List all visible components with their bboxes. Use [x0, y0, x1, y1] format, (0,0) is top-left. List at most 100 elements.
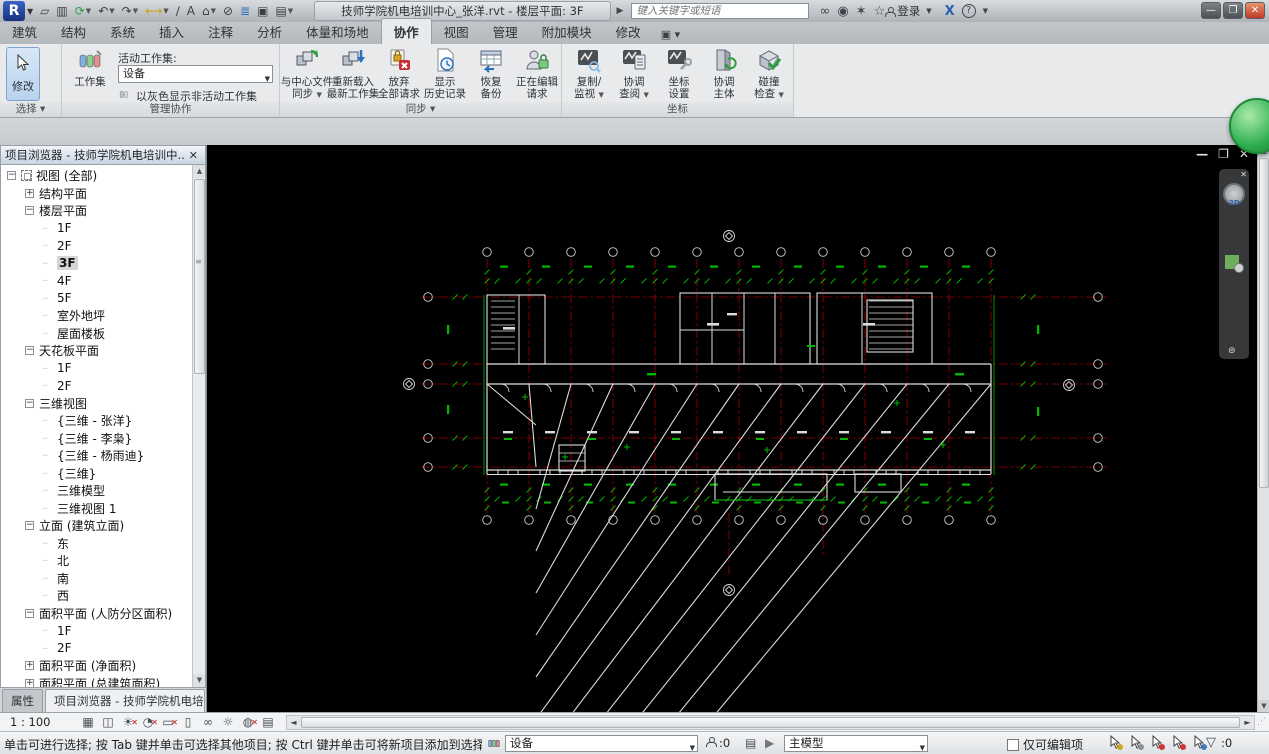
crop-view-icon[interactable]: ▭ ✕: [160, 714, 178, 730]
collapse-icon[interactable]: −: [25, 398, 34, 408]
sync-with-central-button[interactable]: 与中心文件 同步 ▼: [281, 47, 333, 101]
scroll-left-icon[interactable]: ◄: [287, 716, 300, 729]
sun-path-icon[interactable]: ☀ ✕: [120, 714, 138, 730]
tree-item-西[interactable]: ┄ 西: [1, 587, 192, 605]
tree-item-室外地坪[interactable]: ┄ 室外地坪: [1, 307, 192, 325]
view-scale-button[interactable]: 1 : 100: [10, 715, 72, 729]
title-expand-icon[interactable]: ▶: [617, 6, 624, 16]
worksharing-display-settings-icon[interactable]: ▤: [744, 735, 760, 751]
select-by-face-icon[interactable]: [1171, 734, 1187, 751]
scroll-right-icon[interactable]: ►: [1241, 716, 1254, 729]
navbar-options-icon[interactable]: ⊜: [1228, 346, 1236, 356]
tree-item-面积平面-人防分区面积-[interactable]: − 面积平面 (人防分区面积): [1, 605, 192, 623]
browser-tab-properties[interactable]: 属性: [2, 689, 43, 712]
tab-视图[interactable]: 视图: [432, 19, 481, 44]
shadows-icon[interactable]: ◔ ✕: [140, 714, 158, 730]
panel-display-toggle-icon[interactable]: ▣ ▾: [661, 28, 680, 44]
minimize-button[interactable]: —: [1201, 2, 1221, 19]
view-restore-icon[interactable]: ❐: [1218, 147, 1229, 161]
restore-button[interactable]: ❐: [1223, 2, 1243, 19]
browser-tab-project-browser[interactable]: 项目浏览器 - 技师学院机电培训...: [45, 689, 205, 712]
tree-item-2F[interactable]: ┄ 2F: [1, 640, 192, 658]
tree-item-北[interactable]: ┄ 北: [1, 552, 192, 570]
exchange-apps-icon[interactable]: X: [945, 4, 955, 19]
search-icon[interactable]: ∞: [819, 4, 830, 19]
undo-icon[interactable]: ↶ ▼: [95, 2, 117, 20]
subscription-icon[interactable]: ◉: [837, 4, 848, 19]
synchronize-panel-label[interactable]: 同步 ▾: [280, 102, 561, 117]
navbar-close-icon[interactable]: ✕: [1240, 170, 1247, 179]
tree-item-三维视图-1[interactable]: ┄ 三维视图 1: [1, 500, 192, 518]
tab-管理[interactable]: 管理: [481, 19, 530, 44]
reveal-hidden-elements-icon[interactable]: ☼: [220, 714, 236, 730]
tree-item-面积平面-总建筑面积-[interactable]: + 面积平面 (总建筑面积): [1, 675, 192, 687]
text-icon[interactable]: A: [184, 2, 198, 20]
interference-check-button-arrow-icon[interactable]: ▼: [778, 91, 783, 99]
tree-scroll-thumb[interactable]: [194, 179, 205, 374]
visual-style-icon[interactable]: ◫: [100, 714, 116, 730]
tree-item--三维-李枭-[interactable]: ┄ {三维 - 李枭}: [1, 430, 192, 448]
editing-requests-icon[interactable]: [706, 737, 717, 747]
worksets-button[interactable]: 工作集: [67, 47, 113, 101]
tree-item-3F[interactable]: ┄ 3F: [1, 255, 192, 273]
tab-附加模块[interactable]: 附加模块: [530, 19, 604, 44]
coordination-review-button-arrow-icon[interactable]: ▼: [643, 91, 648, 99]
tab-体量和场地[interactable]: 体量和场地: [294, 19, 381, 44]
collapse-icon[interactable]: −: [25, 608, 34, 618]
copy-monitor-button-arrow-icon[interactable]: ▼: [598, 91, 603, 99]
relinquish-all-button[interactable]: 放弃 全部请求: [376, 47, 422, 101]
tree-item-三维视图[interactable]: − 三维视图: [1, 395, 192, 413]
default-3d-view-icon[interactable]: ⌂ ▼: [199, 2, 219, 20]
tree-item-1F[interactable]: ┄ 1F: [1, 622, 192, 640]
tree-scroll-down-icon[interactable]: ▼: [193, 674, 205, 687]
steering-wheel-icon[interactable]: [1223, 183, 1245, 207]
collapse-icon[interactable]: −: [25, 346, 34, 356]
sign-in-button[interactable]: 登录 ▼: [885, 2, 934, 20]
active-workset-status-select[interactable]: 设备 ▼: [505, 735, 698, 752]
tab-修改[interactable]: 修改: [604, 19, 653, 44]
aligned-dimension-icon[interactable]: ∕: [173, 2, 183, 20]
sync-with-central-icon[interactable]: ⟳ ▼: [72, 2, 94, 20]
project-browser-titlebar[interactable]: 项目浏览器 - 技师学院机电培训中... ✕: [0, 145, 206, 165]
tree-item-南[interactable]: ┄ 南: [1, 570, 192, 588]
help-arrow-icon[interactable]: ▼: [983, 7, 988, 15]
tree-item-楼层平面[interactable]: − 楼层平面: [1, 202, 192, 220]
vscroll-thumb[interactable]: [1259, 158, 1269, 488]
drawing-area[interactable]: — ❐ ✕ ✕ ⊜: [207, 145, 1257, 712]
editing-requests-button[interactable]: 正在编辑 请求: [514, 47, 560, 101]
select-links-icon[interactable]: [1108, 734, 1124, 751]
view-minimize-icon[interactable]: —: [1196, 147, 1208, 161]
temporary-view-properties-icon[interactable]: ▤: [260, 714, 276, 730]
expand-icon[interactable]: +: [25, 678, 34, 687]
open-icon[interactable]: ▱: [37, 2, 52, 20]
detail-level-icon[interactable]: ▦: [80, 714, 96, 730]
collapse-icon[interactable]: −: [7, 171, 16, 181]
save-icon[interactable]: ▥: [53, 2, 70, 20]
copy-monitor-button[interactable]: 复制/监视 ▼: [566, 47, 612, 101]
zoom-tool-icon[interactable]: [1225, 255, 1244, 273]
select-pinned-icon[interactable]: [1150, 734, 1166, 751]
tab-系统[interactable]: 系统: [98, 19, 147, 44]
worksharing-display-icon[interactable]: ◍ ✕: [240, 714, 258, 730]
tree-item-面积平面-净面积-[interactable]: + 面积平面 (净面积): [1, 657, 192, 675]
show-crop-region-icon[interactable]: ▯: [180, 714, 196, 730]
tree-item--三维-杨雨迪-[interactable]: ┄ {三维 - 杨雨迪}: [1, 447, 192, 465]
tree-item-立面-建筑立面-[interactable]: − 立面 (建筑立面): [1, 517, 192, 535]
active-workset-select[interactable]: 设备 ▼: [118, 65, 273, 83]
tree-item--三维-张洋-[interactable]: ┄ {三维 - 张洋}: [1, 412, 192, 430]
horizontal-scrollbar[interactable]: ◄ ►: [286, 714, 1255, 730]
tree-item-1F[interactable]: ┄ 1F: [1, 220, 192, 238]
tree-item-2F[interactable]: ┄ 2F: [1, 237, 192, 255]
tree-item-屋面楼板[interactable]: ┄ 屋面楼板: [1, 325, 192, 343]
tree-item-4F[interactable]: ┄ 4F: [1, 272, 192, 290]
thin-lines-icon[interactable]: ≣: [237, 2, 253, 20]
tree-item-三维模型[interactable]: ┄ 三维模型: [1, 482, 192, 500]
favorites-icon[interactable]: ☆: [874, 4, 886, 19]
tree-item--三维-[interactable]: ┄ {三维}: [1, 465, 192, 483]
tree-item-视图-全部-[interactable]: − 视图 (全部): [1, 167, 192, 185]
expand-icon[interactable]: +: [25, 661, 34, 671]
collapse-icon[interactable]: −: [25, 206, 34, 216]
selection-filter-icon[interactable]: ▽: [1206, 735, 1216, 750]
tree-item-2F[interactable]: ┄ 2F: [1, 377, 192, 395]
measure-icon[interactable]: ⟷ ▼: [142, 2, 172, 20]
